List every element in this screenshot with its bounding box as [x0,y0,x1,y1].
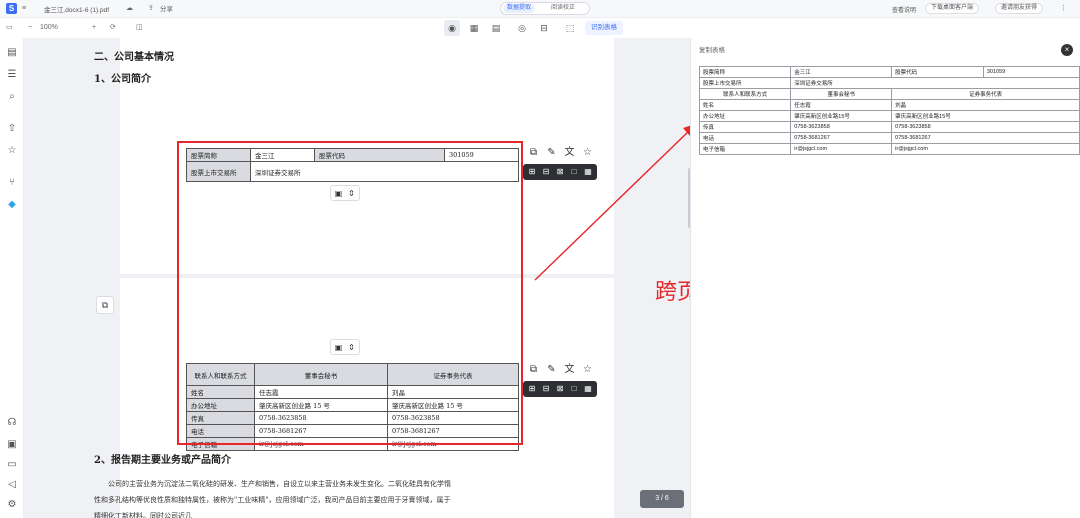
table-cell: 肇庆高新区创业路15号 [891,110,1080,122]
table-cell: 深圳证券交易所 [790,77,1080,89]
table-cell: 0758-3681267 [790,132,893,144]
table-row: 办公地址 肇庆高新区创业路15号 肇庆高新区创业路15号 [698,110,1080,122]
table-cell: 证券事务代表 [891,88,1080,100]
table-cell: 金三江 [790,66,893,78]
table-cell: 股票代码 [891,66,984,78]
table-cell: 0758-3681267 [891,132,1080,144]
table-cell: ir@jsjgcl.com [790,143,893,155]
table-cell: 任志霞 [790,99,893,111]
close-icon[interactable]: × [1061,44,1073,56]
table-cell: 肇庆高新区创业路15号 [790,110,893,122]
table-cell: 办公地址 [698,110,792,122]
table-row: 股票简称 金三江 股票代码 301059 [698,66,1080,78]
table-cell: 0758-3623858 [790,121,893,133]
table-cell: 电话 [698,132,792,144]
table-cell: 电子信箱 [698,143,792,155]
table-row: 联系人和联系方式 董事会秘书 证券事务代表 [698,88,1080,100]
arrow-line [534,129,691,281]
table-row: 电子信箱 ir@jsjgcl.com ir@jsjgcl.com [698,143,1080,155]
panel-title: 复制表格 [699,47,725,54]
extracted-table-panel: 复制表格 × 股票简称 金三江 股票代码 301059 股票上市交易所 深圳证券交易所 联系… [690,38,1080,518]
table-cell: ir@jsjgcl.com [891,143,1080,155]
extracted-table: 股票简称 金三江 股票代码 301059 股票上市交易所 深圳证券交易所 联系人和联系方式董… [698,66,1080,155]
table-cell: 联系人和联系方式 [698,88,792,100]
table-cell: 姓名 [698,99,792,111]
table-cell: 股票简称 [698,66,792,78]
table-cell: 0758-3623858 [891,121,1080,133]
table-cell: 传真 [698,121,792,133]
table-row: 姓名 任志霞 刘晶 [698,99,1080,111]
table-cell: 301059 [982,66,1080,78]
table-cell: 董事会秘书 [790,88,893,100]
table-row: 股票上市交易所 深圳证券交易所 [698,77,1080,89]
table-cell: 股票上市交易所 [698,77,792,89]
table-row: 传真 0758-3623858 0758-3623858 [698,121,1080,133]
table-cell: 刘晶 [891,99,1080,111]
table-row: 电话 0758-3681267 0758-3681267 [698,132,1080,144]
